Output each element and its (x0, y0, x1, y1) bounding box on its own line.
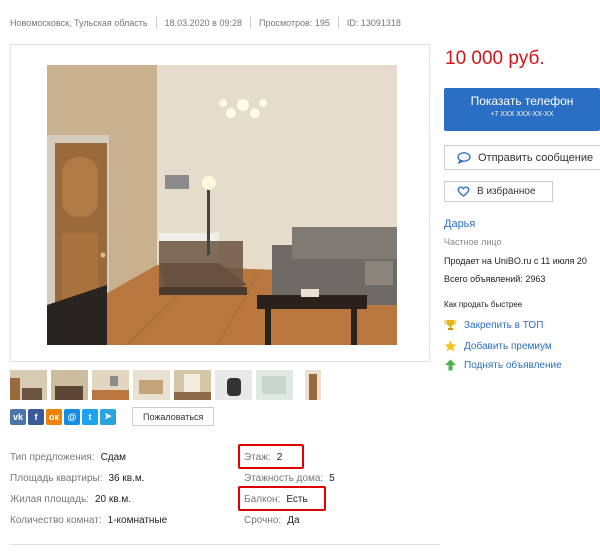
thumbnail[interactable] (133, 370, 170, 400)
seller-ads-count: Всего объявлений: 2963 (444, 274, 546, 284)
thumbnail[interactable] (10, 370, 47, 400)
divider (155, 16, 157, 29)
moimir-share-icon[interactable]: @ (64, 408, 80, 425)
arrow-up-icon (444, 359, 457, 371)
listing-meta: Новомосковск, Тульская область 18.03.202… (10, 16, 401, 29)
thumbnail-strip (10, 370, 325, 400)
param-urgent: Срочно: Да (244, 515, 300, 526)
seller-name-link[interactable]: Дарья (444, 218, 475, 230)
star-icon (444, 340, 457, 352)
promote-premium-link[interactable]: Добавить премиум (444, 340, 552, 352)
twitter-share-icon[interactable]: t (82, 408, 98, 425)
promote-raise-label: Поднять объявление (464, 359, 562, 371)
chat-bubble-icon (457, 151, 471, 164)
promote-raise-link[interactable]: Поднять объявление (444, 359, 562, 371)
listing-id: ID: 13091318 (346, 17, 401, 28)
share-bar: vk f ок @ t ➤ Пожаловаться (10, 407, 215, 426)
param-label: Жилая площадь: (10, 494, 89, 505)
param-value: 5 (329, 473, 335, 484)
views-count: Просмотров: 195 (258, 17, 330, 28)
thumbnail[interactable] (51, 370, 88, 400)
send-message-button[interactable]: Отправить сообщение (444, 145, 600, 170)
param-area: Площадь квартиры: 36 кв.м. (10, 473, 145, 484)
photo-gallery (10, 44, 430, 362)
bottom-divider (10, 544, 440, 545)
param-value: Да (287, 515, 300, 526)
param-value: Сдам (100, 452, 127, 463)
param-label: Этажность дома: (244, 473, 324, 484)
param-value: 1-комнатные (107, 515, 168, 526)
listing-params: Тип предложения: Сдам Площадь квартиры: 36… (10, 444, 350, 530)
posted-date: 18.03.2020 в 09:28 (164, 17, 242, 28)
thumbnail[interactable] (305, 370, 321, 400)
param-label: Количество комнат: (10, 515, 102, 526)
param-label: Площадь квартиры: (10, 473, 103, 484)
favorite-button[interactable]: В избранное (444, 181, 553, 202)
param-floors: Этажность дома: 5 (244, 473, 335, 484)
complain-button[interactable]: Пожаловаться (132, 407, 215, 426)
vk-share-icon[interactable]: vk (10, 408, 26, 425)
param-label: Срочно: (244, 515, 282, 526)
floor-highlight (238, 444, 304, 469)
promote-premium-label: Добавить премиум (464, 340, 552, 352)
show-phone-button[interactable]: Показать телефон +7 XXX XXX-XX-XX (444, 88, 600, 131)
telegram-share-icon[interactable]: ➤ (100, 408, 116, 425)
trophy-icon (444, 319, 457, 331)
promote-top-label: Закрепить в ТОП (464, 319, 544, 331)
facebook-share-icon[interactable]: f (28, 408, 44, 425)
price: 10 000 руб. (445, 48, 545, 69)
thumbnail[interactable] (92, 370, 129, 400)
param-value: 36 кв.м. (108, 473, 145, 484)
param-living-area: Жилая площадь: 20 кв.м. (10, 494, 131, 505)
main-photo[interactable] (47, 65, 397, 345)
param-value: 20 кв.м. (94, 494, 131, 505)
seller-since: Продает на UniBO.ru с 11 июля 20 (444, 256, 587, 266)
param-rooms: Количество комнат: 1-комнатные (10, 515, 167, 526)
balcony-highlight (238, 486, 326, 511)
location: Новомосковск, Тульская область (10, 17, 148, 28)
divider (337, 16, 339, 29)
seller-type: Частное лицо (444, 237, 502, 247)
favorite-label: В избранное (477, 186, 536, 197)
show-phone-label: Показать телефон (470, 94, 574, 108)
heart-icon (457, 186, 470, 197)
phone-masked: +7 XXX XXX-XX-XX (490, 111, 554, 118)
odnoklassniki-share-icon[interactable]: ок (46, 408, 62, 425)
promote-title: Как продать быстрее (444, 300, 523, 309)
send-message-label: Отправить сообщение (478, 151, 594, 164)
thumbnail[interactable] (256, 370, 293, 400)
thumbnail[interactable] (215, 370, 252, 400)
param-label: Тип предложения: (10, 452, 95, 463)
param-offer-type: Тип предложения: Сдам (10, 452, 126, 463)
thumbnail[interactable] (174, 370, 211, 400)
divider (249, 16, 251, 29)
promote-top-link[interactable]: Закрепить в ТОП (444, 319, 543, 331)
